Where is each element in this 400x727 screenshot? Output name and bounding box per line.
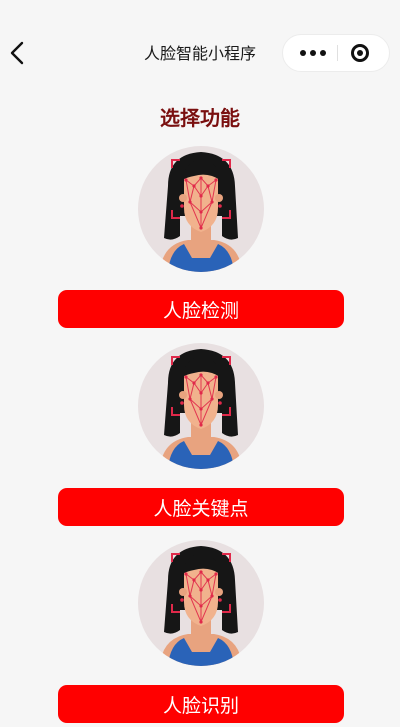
close-miniprogram-button[interactable] [345, 38, 375, 68]
capsule-divider [337, 45, 338, 61]
face-landmark-illustration [138, 343, 264, 469]
face-landmark-illustration [138, 540, 264, 666]
page-heading: 选择功能 [160, 106, 240, 130]
face-recognition-button[interactable]: 人脸识别 [58, 685, 344, 723]
more-button[interactable] [291, 35, 335, 71]
target-circle-icon [351, 44, 369, 62]
target-core [357, 50, 363, 56]
face-landmark-illustration [138, 146, 264, 272]
more-dot [320, 50, 326, 56]
more-dot [310, 50, 316, 56]
navigation-bar: 人脸智能小程序 [0, 0, 400, 88]
face-detection-button[interactable]: 人脸检测 [58, 290, 344, 328]
menu-capsule [282, 34, 390, 72]
face-keypoints-button[interactable]: 人脸关键点 [58, 488, 344, 526]
more-dots-icon [300, 50, 306, 56]
